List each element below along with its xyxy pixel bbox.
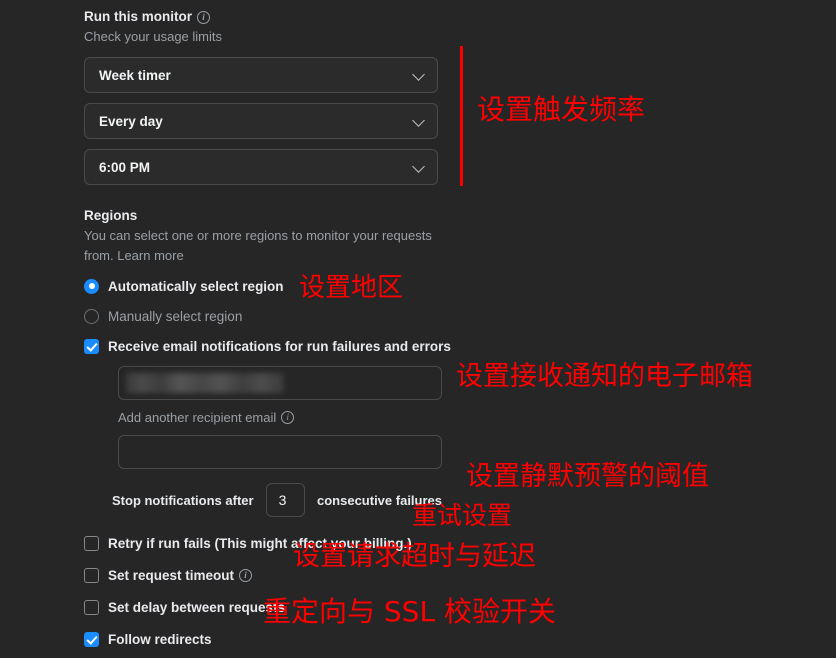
- info-icon[interactable]: i: [239, 568, 253, 582]
- primary-email-input[interactable]: [118, 366, 442, 400]
- checkbox-email-notifications[interactable]: [84, 338, 99, 354]
- info-icon[interactable]: i: [197, 10, 210, 24]
- run-monitor-heading: Run this monitor i: [84, 8, 442, 26]
- stop-notifications-prefix-label: Stop notifications after: [112, 492, 254, 508]
- monitor-form-column: Run this monitor i Check your usage limi…: [84, 8, 451, 658]
- set-request-timeout-text: Set request timeout: [108, 567, 235, 583]
- time-select[interactable]: 6:00 PM: [84, 149, 438, 185]
- checkbox-label-retry-if-run-fails: Retry if run fails (This might affect yo…: [108, 535, 412, 551]
- radio-auto-region[interactable]: [84, 278, 99, 294]
- checkbox-row-email-notifications[interactable]: Receive email notifications for run fail…: [84, 336, 451, 356]
- radio-row-manual-region[interactable]: Manually select region: [84, 306, 442, 326]
- checkbox-set-request-timeout[interactable]: [84, 567, 99, 583]
- run-monitor-subtitle: Check your usage limits: [84, 29, 222, 44]
- checkbox-row-set-delay-between-requests[interactable]: Set delay between requests: [84, 597, 442, 617]
- checkbox-label-set-request-timeout: Set request timeout i: [108, 567, 253, 583]
- annotation-notification-email: 设置接收通知的电子邮箱: [456, 361, 753, 392]
- stop-notifications-row: Stop notifications after 3 consecutive f…: [112, 483, 442, 517]
- info-icon[interactable]: i: [281, 411, 295, 424]
- annotation-trigger-frequency: 设置触发频率: [477, 93, 646, 126]
- radio-manual-region[interactable]: [84, 308, 99, 324]
- checkbox-row-follow-redirects[interactable]: Follow redirects: [84, 629, 442, 649]
- add-another-recipient-row: Add another recipient email i: [118, 410, 442, 425]
- timer-type-select[interactable]: Week timer: [84, 57, 438, 93]
- monitor-settings-panel: Run this monitor i Check your usage limi…: [0, 0, 836, 658]
- regions-description: You can select one or more regions to mo…: [84, 228, 432, 263]
- checkbox-row-set-request-timeout[interactable]: Set request timeout i: [84, 565, 442, 585]
- stop-notifications-suffix-label: consecutive failures: [317, 492, 442, 508]
- annotation-silence-threshold: 设置静默预警的阈值: [466, 461, 709, 492]
- secondary-email-input[interactable]: [118, 435, 442, 469]
- run-monitor-title: Run this monitor: [84, 9, 192, 24]
- annotation-bar-trigger-frequency: [460, 46, 463, 186]
- radio-row-auto-region[interactable]: Automatically select region: [84, 276, 442, 296]
- chevron-down-icon: [412, 114, 425, 127]
- timer-type-value: Week timer: [99, 67, 171, 83]
- frequency-select[interactable]: Every day: [84, 103, 438, 139]
- checkbox-row-retry-if-run-fails[interactable]: Retry if run fails (This might affect yo…: [84, 533, 442, 553]
- radio-label-manual-region: Manually select region: [108, 308, 243, 324]
- redacted-email-value: [126, 373, 284, 393]
- regions-heading: Regions: [84, 207, 442, 225]
- frequency-value: Every day: [99, 113, 163, 129]
- radio-label-auto-region: Automatically select region: [108, 278, 284, 294]
- add-another-recipient-label: Add another recipient email: [118, 410, 277, 425]
- checkbox-label-set-delay-between-requests: Set delay between requests: [108, 599, 286, 615]
- checkbox-label-email-notifications: Receive email notifications for run fail…: [108, 338, 451, 354]
- consecutive-failures-input[interactable]: 3: [265, 483, 305, 517]
- checkbox-follow-redirects[interactable]: [84, 631, 99, 647]
- checkbox-retry-if-run-fails[interactable]: [84, 535, 99, 551]
- checkbox-label-follow-redirects: Follow redirects: [108, 631, 212, 647]
- checkbox-set-delay-between-requests[interactable]: [84, 599, 99, 615]
- regions-title: Regions: [84, 208, 138, 223]
- chevron-down-icon: [412, 160, 425, 173]
- time-value: 6:00 PM: [99, 159, 151, 175]
- advanced-options-list: Retry if run fails (This might affect yo…: [84, 533, 442, 658]
- chevron-down-icon: [412, 68, 425, 81]
- regions-section: Regions You can select one or more regio…: [84, 207, 451, 658]
